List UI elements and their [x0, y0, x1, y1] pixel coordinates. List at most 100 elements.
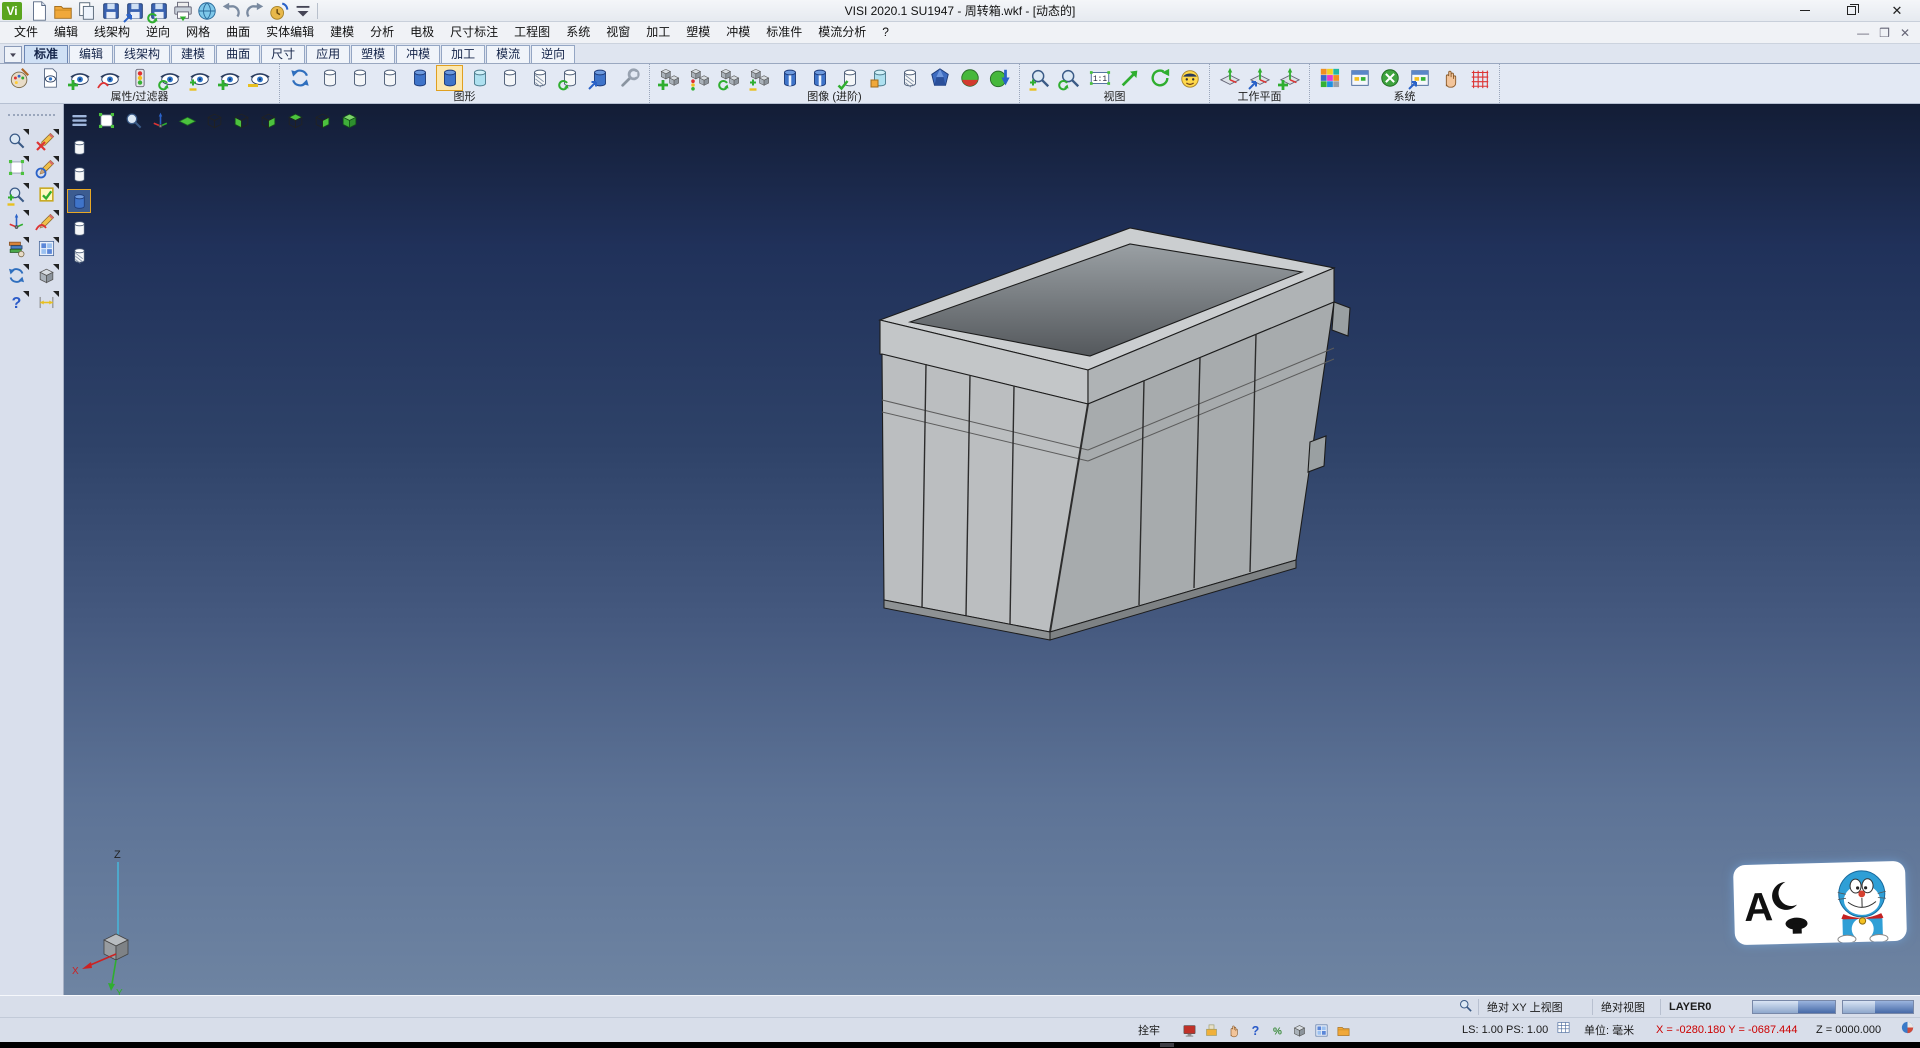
more-commands-button[interactable]	[292, 1, 314, 21]
history-button[interactable]	[268, 1, 290, 21]
hatch-mode-button[interactable]	[526, 65, 553, 91]
status-slider-1[interactable]	[1752, 1000, 1836, 1014]
status-folder-button[interactable]	[1334, 1021, 1352, 1039]
tab-10[interactable]: 加工	[441, 45, 485, 63]
hidden-line-mode-button[interactable]	[346, 65, 373, 91]
copy-view-button[interactable]	[586, 65, 613, 91]
context-help-button[interactable]	[4, 290, 30, 314]
tab-5[interactable]: 曲面	[216, 45, 260, 63]
filter-page-button[interactable]	[36, 65, 63, 91]
regen-view-button[interactable]	[4, 263, 30, 287]
view-csys-button[interactable]	[148, 109, 173, 131]
workplane-create-button[interactable]	[1216, 65, 1243, 91]
wireframe-mode-button[interactable]	[316, 65, 343, 91]
solid-hatch-button[interactable]	[896, 65, 923, 91]
menu-item-1[interactable]: 文件	[6, 22, 46, 43]
render-sphere-button[interactable]	[956, 65, 983, 91]
shaded-mode-button[interactable]	[406, 65, 433, 91]
display-wireframe-button[interactable]	[67, 135, 91, 159]
show-add-button[interactable]	[66, 65, 93, 91]
save-all-button[interactable]	[148, 1, 170, 21]
menu-item-18[interactable]: 标准件	[758, 22, 810, 43]
show-plusminus-button[interactable]	[186, 65, 213, 91]
child-close-icon[interactable]: ✕	[1900, 26, 1910, 40]
view-iso-shaded-button[interactable]	[337, 109, 362, 131]
viewport-3d[interactable]: Z X Y A	[64, 104, 1920, 995]
status-pie-button[interactable]	[1898, 1018, 1916, 1036]
tab-4[interactable]: 建模	[171, 45, 215, 63]
print-button[interactable]	[172, 1, 194, 21]
menu-item-11[interactable]: 尺寸标注	[442, 22, 506, 43]
solid-cube-button[interactable]	[34, 263, 60, 287]
workplane-edit-button[interactable]	[1246, 65, 1273, 91]
view-top-shaded-button[interactable]	[283, 109, 308, 131]
layers-window-button[interactable]	[34, 236, 60, 260]
display-hidden-line-button[interactable]	[67, 162, 91, 186]
menu-item-14[interactable]: 视窗	[598, 22, 638, 43]
tab-2[interactable]: 编辑	[69, 45, 113, 63]
show-refresh-button[interactable]	[156, 65, 183, 91]
solid-stripe-1-button[interactable]	[776, 65, 803, 91]
tab-3[interactable]: 线架构	[114, 45, 170, 63]
status-paint-button[interactable]	[1202, 1021, 1220, 1039]
redo-button[interactable]	[244, 1, 266, 21]
attributes-palette-button[interactable]	[6, 65, 33, 91]
erase-pencil-button[interactable]	[34, 128, 60, 152]
solid-check-button[interactable]	[836, 65, 863, 91]
display-shaded-button[interactable]	[67, 189, 91, 213]
window-config-button[interactable]	[1406, 65, 1433, 91]
flat-mode-button[interactable]	[496, 65, 523, 91]
minimize-button[interactable]	[1782, 0, 1828, 21]
display-hatch-button[interactable]	[67, 243, 91, 267]
model-crate[interactable]	[64, 104, 1920, 995]
show-remove-button[interactable]	[96, 65, 123, 91]
system-settings-button[interactable]	[1376, 65, 1403, 91]
zoom-1to1-button[interactable]	[1086, 65, 1113, 91]
adv-show-add-button[interactable]	[656, 65, 683, 91]
view-back-button[interactable]	[310, 109, 335, 131]
selection-hand-button[interactable]	[1436, 65, 1463, 91]
status-layer[interactable]: LAYER0	[1660, 999, 1746, 1015]
tab-12[interactable]: 逆向	[531, 45, 575, 63]
status-search-button[interactable]	[1456, 996, 1474, 1014]
workplane-csys-button[interactable]	[4, 209, 30, 233]
menu-item-17[interactable]: 冲模	[718, 22, 758, 43]
status-help-button[interactable]	[1246, 1021, 1264, 1039]
menu-item-6[interactable]: 曲面	[218, 22, 258, 43]
redraw-button[interactable]	[286, 65, 313, 91]
menu-item-4[interactable]: 逆向	[138, 22, 178, 43]
status-lock-toggle[interactable]: 拴牢	[1138, 1018, 1160, 1042]
status-window-button[interactable]	[1312, 1021, 1330, 1039]
solid-stripe-2-button[interactable]	[806, 65, 833, 91]
save-as-button[interactable]	[124, 1, 146, 21]
preview-globe-button[interactable]	[196, 1, 218, 21]
menu-item-20[interactable]: ?	[874, 22, 897, 43]
tab-11[interactable]: 模流	[486, 45, 530, 63]
menu-item-8[interactable]: 建模	[322, 22, 362, 43]
close-button[interactable]: ✕	[1874, 0, 1920, 21]
rotate-view-button[interactable]	[1146, 65, 1173, 91]
fit-view-button[interactable]	[4, 155, 30, 179]
toolbar-grip[interactable]	[8, 114, 55, 120]
menu-item-15[interactable]: 加工	[638, 22, 678, 43]
view-preview-button[interactable]	[4, 128, 30, 152]
zoom-plusminus-button[interactable]	[4, 182, 30, 206]
status-abs-view[interactable]: 绝对视图	[1592, 999, 1656, 1015]
open-file-button[interactable]	[52, 1, 74, 21]
attributes-stack-button[interactable]	[4, 236, 30, 260]
confirm-check-button[interactable]	[34, 182, 60, 206]
menu-item-3[interactable]: 线架构	[86, 22, 138, 43]
status-percent-button[interactable]	[1268, 1021, 1286, 1039]
color-table-button[interactable]	[1316, 65, 1343, 91]
shaded-edges-mode-button[interactable]	[436, 65, 463, 91]
view-right-button[interactable]	[256, 109, 281, 131]
taskbar[interactable]	[0, 1042, 1920, 1048]
status-slider-2[interactable]	[1842, 1000, 1914, 1014]
fit-all-button[interactable]	[94, 109, 119, 131]
new-file-button[interactable]	[28, 1, 50, 21]
menu-item-2[interactable]: 编辑	[46, 22, 86, 43]
display-flat-button[interactable]	[67, 216, 91, 240]
render-apply-button[interactable]	[986, 65, 1013, 91]
save-button[interactable]	[100, 1, 122, 21]
render-gem-button[interactable]	[926, 65, 953, 91]
